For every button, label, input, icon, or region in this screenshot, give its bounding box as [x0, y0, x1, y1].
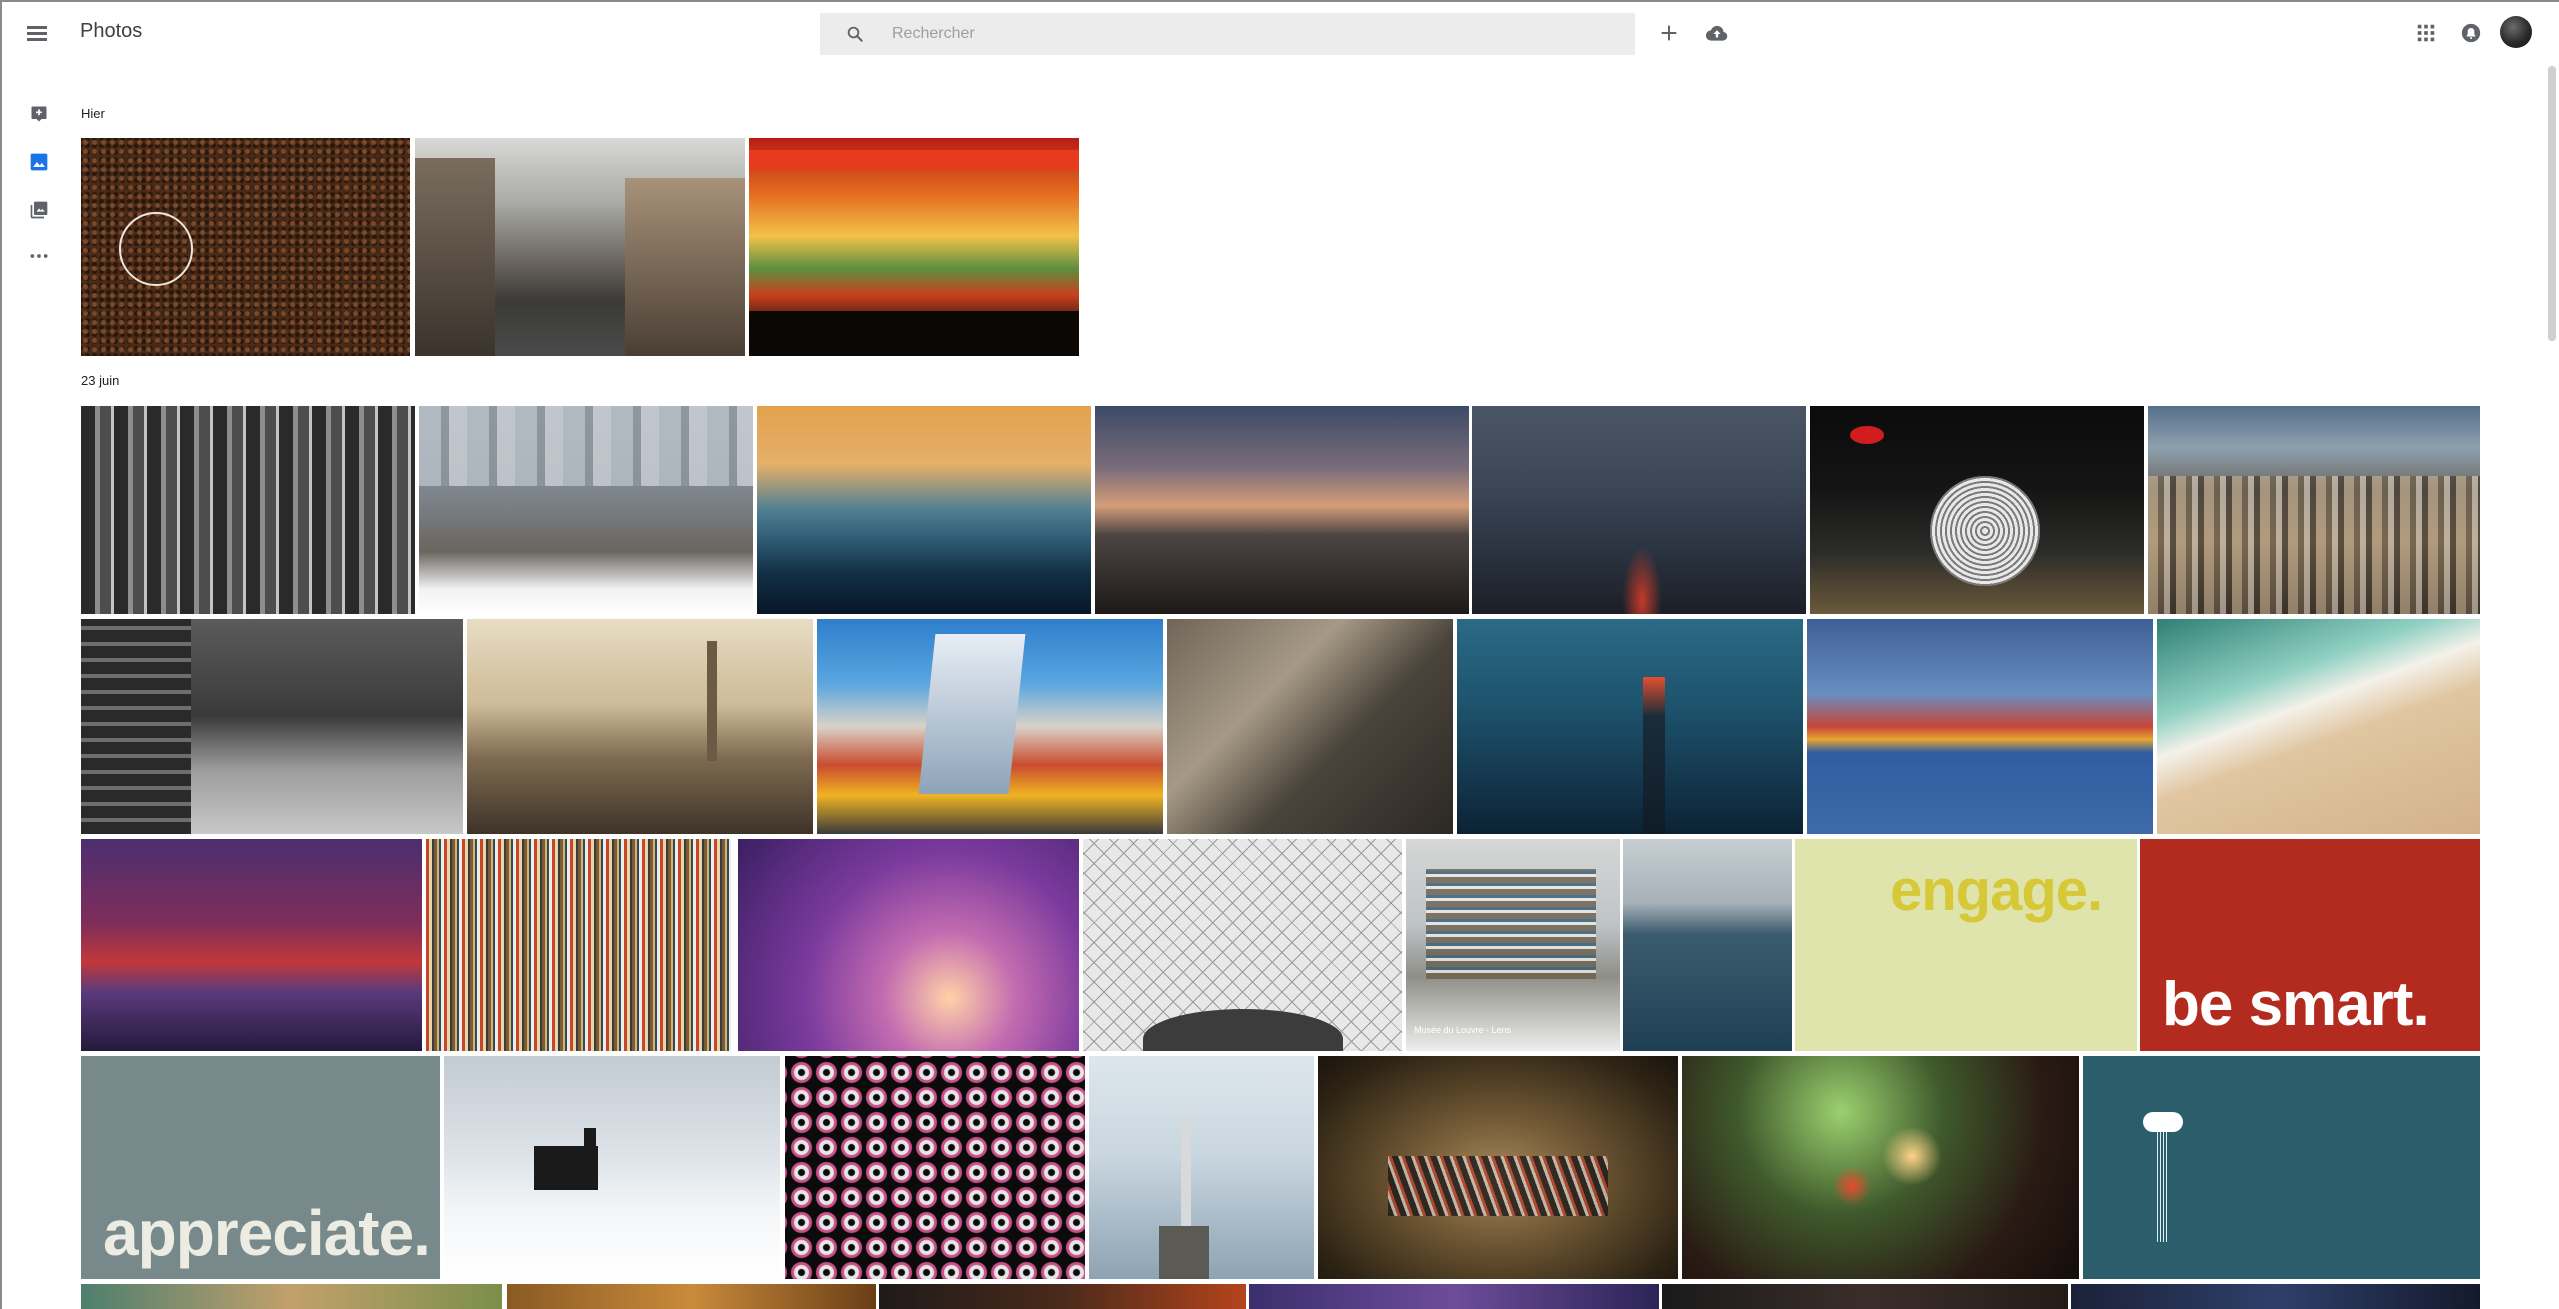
photo-cloud-rain-teal[interactable]: [2083, 1056, 2480, 1279]
photo-foggy-city-night[interactable]: [1472, 406, 1806, 614]
account-avatar[interactable]: [2500, 16, 2532, 48]
photo-nyc-aerial-bw[interactable]: [81, 406, 415, 614]
photo-graffiti-tunnel[interactable]: [1318, 1056, 1678, 1279]
photo-grass-silhouette-purple[interactable]: [738, 839, 1079, 1051]
photo-empire-state-sepia[interactable]: [467, 619, 813, 834]
photo-vinyl-grid[interactable]: [785, 1056, 1085, 1279]
cloud-upload-icon[interactable]: [1704, 20, 1730, 46]
photo-library-louvre[interactable]: Musée du Louvre - Lens: [1406, 839, 1620, 1051]
photo-colorful-houses-reflection[interactable]: [1807, 619, 2153, 834]
photo-lighthouse-sculpture[interactable]: [1089, 1056, 1314, 1279]
photo-sea-statue-liberty[interactable]: [1623, 839, 1792, 1051]
photo-bokeh-lights[interactable]: [1682, 1056, 2079, 1279]
apps-grid-icon[interactable]: [2415, 22, 2437, 44]
engage-text: engage.: [1890, 858, 2103, 923]
photo-chinatown-lanterns[interactable]: [749, 138, 1079, 356]
plus-icon[interactable]: [1658, 22, 1680, 44]
be-smart-text: be smart.: [2162, 970, 2430, 1039]
photo-row5-2[interactable]: [507, 1284, 876, 1309]
search-bar[interactable]: [820, 13, 1635, 55]
search-icon: [847, 26, 863, 42]
photos-icon[interactable]: [29, 152, 49, 172]
photo-row5-4[interactable]: [1249, 1284, 1659, 1309]
search-input[interactable]: [892, 13, 1612, 55]
app-title: Photos: [80, 20, 143, 42]
photo-row5-1[interactable]: [81, 1284, 502, 1309]
appreciate-text: appreciate.: [103, 1197, 431, 1269]
date-header-yesterday: Hier: [81, 106, 105, 121]
photo-row5-3[interactable]: [879, 1284, 1246, 1309]
top-app-bar: Photos: [0, 0, 2559, 66]
photo-nyc-street-bw[interactable]: [81, 619, 463, 834]
photo-row5-6[interactable]: [2071, 1284, 2480, 1309]
date-header-june-23: 23 juin: [81, 373, 120, 388]
menu-icon[interactable]: [27, 22, 49, 44]
photo-row5-5[interactable]: [1662, 1284, 2068, 1309]
photo-nyc-aerial-color[interactable]: [2148, 406, 2480, 614]
photo-engage-poster[interactable]: engage.: [1795, 839, 2137, 1051]
photo-times-square[interactable]: [817, 619, 1163, 834]
photo-beach-bokeh[interactable]: [1095, 406, 1469, 614]
photo-mountain-sunset[interactable]: [757, 406, 1091, 614]
photo-appreciate-poster[interactable]: appreciate.: [81, 1056, 440, 1279]
photo-building-looking-up[interactable]: [1167, 619, 1453, 834]
coffee-cup-outline: [119, 212, 193, 286]
photo-microphone[interactable]: [1810, 406, 2144, 614]
assistant-icon[interactable]: [29, 104, 49, 124]
photo-lowpoly-mountain[interactable]: [81, 839, 422, 1051]
albums-icon[interactable]: [29, 200, 49, 220]
photo-black-church-snow[interactable]: [444, 1056, 780, 1279]
scrollbar-thumb[interactable]: [2548, 66, 2556, 341]
photo-central-park-snow[interactable]: [419, 406, 753, 614]
bell-icon[interactable]: [2460, 22, 2482, 44]
photo-london-street[interactable]: [415, 138, 745, 356]
photo-vinyl-records-shelf[interactable]: [426, 839, 731, 1051]
photo-glass-roof[interactable]: [1083, 839, 1402, 1051]
photo-caption: Musée du Louvre - Lens: [1414, 1025, 1512, 1035]
photo-beach-waves-aerial[interactable]: [2157, 619, 2480, 834]
photo-be-smart-poster[interactable]: be smart.: [2140, 839, 2480, 1051]
photo-empire-state-blue[interactable]: [1457, 619, 1803, 834]
more-icon[interactable]: [29, 252, 49, 260]
photo-coffee-beans[interactable]: [81, 138, 410, 356]
